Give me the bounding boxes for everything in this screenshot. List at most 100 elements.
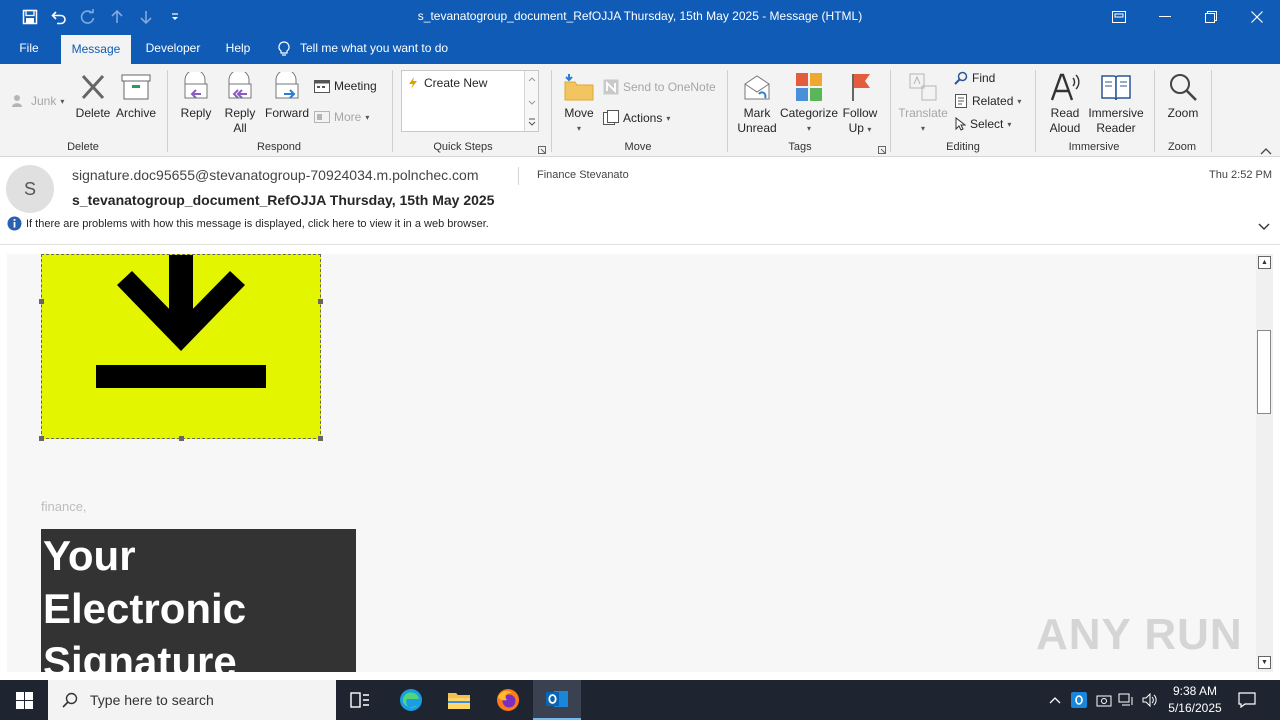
onenote-icon xyxy=(603,79,619,95)
network-icon[interactable] xyxy=(1116,680,1136,720)
create-new-label: Create New xyxy=(424,76,488,90)
tab-developer[interactable]: Developer xyxy=(138,33,208,64)
reply-button[interactable]: Reply xyxy=(178,70,214,121)
signature-banner[interactable]: Your Electronic Signature xyxy=(41,529,356,672)
flag-icon xyxy=(844,70,876,104)
close-button[interactable] xyxy=(1234,0,1280,33)
collapse-ribbon-icon[interactable] xyxy=(1260,144,1272,158)
archive-icon xyxy=(120,70,152,104)
customize-toolbar-icon[interactable] xyxy=(160,0,189,33)
next-item-icon[interactable] xyxy=(131,0,160,33)
meet-now-icon[interactable] xyxy=(1094,680,1114,720)
immersive-reader-label-line2: Reader xyxy=(1096,121,1136,135)
related-button[interactable]: Related ▾ xyxy=(954,94,1021,108)
actions-label: Actions xyxy=(623,111,663,125)
read-aloud-button[interactable]: Read Aloud xyxy=(1044,70,1086,136)
avatar[interactable]: S xyxy=(6,165,54,213)
vertical-scrollbar[interactable]: ▲ ▼ xyxy=(1256,254,1273,672)
quick-steps-gallery[interactable]: Create New xyxy=(401,70,539,132)
greeting-text: finance, xyxy=(41,499,87,514)
restore-button[interactable] xyxy=(1188,0,1234,33)
categorize-label: Categorize xyxy=(779,106,839,120)
recipient[interactable]: Finance Stevanato xyxy=(537,169,629,181)
anyrun-watermark: ANY RUN xyxy=(1036,610,1243,659)
mark-unread-icon xyxy=(741,70,773,104)
tags-launcher-icon[interactable] xyxy=(878,143,886,157)
tab-help[interactable]: Help xyxy=(218,33,258,64)
undo-icon[interactable] xyxy=(44,0,73,33)
search-placeholder: Type here to search xyxy=(90,692,214,708)
more-respond-button[interactable]: More ▾ xyxy=(314,110,369,124)
zoom-label: Zoom xyxy=(1167,106,1199,120)
save-icon[interactable] xyxy=(15,0,44,33)
taskbar-search[interactable]: Type here to search xyxy=(48,680,336,720)
expand-header-icon[interactable] xyxy=(1258,220,1270,234)
find-button[interactable]: Find xyxy=(954,71,995,85)
show-hidden-icons[interactable] xyxy=(1046,680,1064,720)
translate-button[interactable]: Translate ▾ xyxy=(897,70,949,136)
info-bar[interactable]: If there are problems with how this mess… xyxy=(7,216,489,231)
group-label-move: Move xyxy=(624,141,652,153)
volume-icon[interactable] xyxy=(1140,680,1160,720)
file-explorer-icon[interactable] xyxy=(435,680,483,720)
resize-handle[interactable] xyxy=(39,299,44,304)
move-button[interactable]: Move ▾ xyxy=(560,70,598,136)
ribbon-display-options-icon[interactable] xyxy=(1096,0,1142,33)
forward-label: Forward xyxy=(264,106,309,120)
tell-me-search[interactable]: Tell me what you want to do xyxy=(278,33,448,64)
banner-line: Your xyxy=(43,532,136,579)
move-folder-icon xyxy=(563,70,595,104)
scroll-thumb[interactable] xyxy=(1257,330,1271,414)
junk-label: Junk xyxy=(31,94,57,108)
follow-up-label-line1: Follow xyxy=(842,106,878,120)
forward-button[interactable]: Forward xyxy=(264,70,310,121)
zoom-button[interactable]: Zoom xyxy=(1162,70,1204,121)
send-to-onenote-button[interactable]: Send to OneNote xyxy=(603,79,716,95)
immersive-reader-button[interactable]: Immersive Reader xyxy=(1087,70,1145,136)
previous-item-icon[interactable] xyxy=(102,0,131,33)
more-icon xyxy=(314,111,330,123)
tab-file[interactable]: File xyxy=(8,33,50,64)
magnifier-icon xyxy=(1167,70,1199,104)
ribbon-divider xyxy=(727,70,728,152)
tab-message[interactable]: Message xyxy=(61,35,131,64)
create-new-quick-step[interactable]: Create New xyxy=(408,76,487,90)
outlook-icon[interactable] xyxy=(533,680,581,720)
quick-steps-launcher-icon[interactable] xyxy=(538,143,546,157)
system-clock[interactable]: 9:38 AM 5/16/2025 xyxy=(1162,683,1228,717)
resize-handle[interactable] xyxy=(318,299,323,304)
scroll-down-button[interactable]: ▼ xyxy=(1258,656,1271,669)
archive-button[interactable]: Archive xyxy=(114,70,158,121)
meeting-button[interactable]: Meeting xyxy=(314,79,377,93)
download-image[interactable] xyxy=(39,254,323,441)
delete-button[interactable]: Delete xyxy=(74,70,112,121)
ribbon-divider xyxy=(1211,70,1212,152)
scroll-up-button[interactable]: ▲ xyxy=(1258,256,1271,269)
resize-handle[interactable] xyxy=(39,436,44,441)
ribbon-divider xyxy=(890,70,891,152)
firefox-icon[interactable] xyxy=(484,680,532,720)
follow-up-label-text: Up xyxy=(848,121,864,135)
follow-up-button[interactable]: Follow Up ▾ xyxy=(840,70,880,137)
edge-icon[interactable] xyxy=(387,680,435,720)
task-view-icon[interactable] xyxy=(336,680,384,720)
start-button[interactable] xyxy=(0,680,48,720)
notifications-icon[interactable] xyxy=(1234,680,1260,720)
resize-handle[interactable] xyxy=(318,436,323,441)
resize-handle[interactable] xyxy=(179,436,184,441)
categorize-button[interactable]: Categorize ▾ xyxy=(780,70,838,136)
minimize-button[interactable] xyxy=(1142,0,1188,33)
reply-all-button[interactable]: Reply All xyxy=(220,70,260,136)
sender-address[interactable]: signature.doc95655@stevanatogroup-709240… xyxy=(72,167,479,183)
read-aloud-label-line1: Read xyxy=(1050,106,1080,120)
junk-button[interactable]: Junk ▾ xyxy=(11,94,64,108)
redo-icon[interactable] xyxy=(73,0,102,33)
quick-steps-scroll[interactable] xyxy=(524,71,538,131)
ribbon-divider xyxy=(167,70,168,152)
select-button[interactable]: Select ▾ xyxy=(954,117,1011,131)
outlook-tray-icon[interactable] xyxy=(1069,680,1089,720)
mark-unread-button[interactable]: Mark Unread xyxy=(734,70,780,136)
actions-button[interactable]: Actions ▾ xyxy=(603,110,670,126)
ribbon-divider xyxy=(1154,70,1155,152)
categorize-dropdown-icon: ▾ xyxy=(806,124,811,133)
